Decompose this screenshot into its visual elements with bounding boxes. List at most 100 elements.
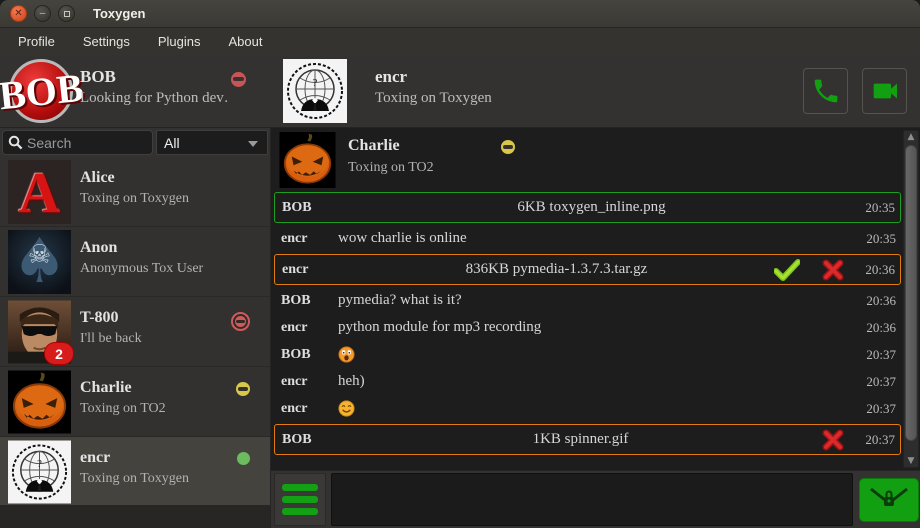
chat-pane: Charlie Toxing on TO2 BOB 6KB toxygen_in… (270, 128, 920, 528)
message-time: 20:35 (859, 231, 901, 247)
message-time: 20:37 (859, 401, 901, 417)
self-status-icon[interactable] (231, 72, 246, 87)
contact-avatar: A (8, 160, 71, 224)
peer-header-card: ? encr Toxing on Toxygen (270, 55, 920, 128)
message-text (338, 400, 859, 417)
peer-name: encr (375, 67, 492, 87)
banner-status-icon (501, 140, 515, 154)
contact-item-t-800[interactable]: T-800 I'll be back 2 (0, 297, 270, 367)
spade-skull-avatar: ♠☠ (8, 230, 71, 294)
letter-a-avatar: A (8, 160, 71, 224)
title-bar: ✕ – Toxygen (0, 0, 920, 28)
contact-item-encr[interactable]: ? encr Toxing on Toxygen (0, 437, 270, 505)
message-author: encr (274, 374, 338, 390)
message-time: 20:36 (859, 293, 901, 309)
peer-status-message: Toxing on Toxygen (375, 90, 492, 107)
minimize-button[interactable]: – (34, 5, 51, 22)
message-row: encr wow charlie is online 20:35 (274, 225, 901, 252)
maximize-button[interactable] (58, 5, 75, 22)
message-text (338, 346, 859, 363)
message-time: 20:37 (859, 347, 901, 363)
message-author: BOB (274, 347, 338, 363)
contact-status-message: Toxing on Toxygen (80, 191, 189, 207)
message-author: encr (274, 231, 338, 247)
contact-status-message: I'll be back (80, 331, 142, 347)
contact-item-charlie[interactable]: Charlie Toxing on TO2 (0, 367, 270, 437)
attachment-menu-button[interactable] (274, 473, 326, 526)
contact-status-message: Toxing on Toxygen (80, 471, 189, 487)
chevron-down-icon (248, 141, 258, 147)
contact-item-anon[interactable]: ♠☠ Anon Anonymous Tox User (0, 227, 270, 297)
peer-avatar: ? (283, 58, 347, 124)
message-author: BOB (274, 293, 338, 309)
banner-name: Charlie (348, 137, 400, 155)
message-row: encr python module for mp3 recording 20:… (274, 314, 901, 341)
sidebar-bottom-strip (0, 505, 270, 528)
unread-count-badge: 2 (45, 343, 73, 364)
contact-status-icon (237, 452, 250, 470)
message-row: BOB 20:37 (274, 341, 901, 368)
message-time: 20:36 (859, 320, 901, 336)
message-list: Charlie Toxing on TO2 BOB 6KB toxygen_in… (271, 128, 904, 470)
contact-status-message: Anonymous Tox User (80, 261, 203, 277)
contact-name: T-800 (80, 309, 119, 327)
menu-item-plugins[interactable]: Plugins (144, 30, 215, 53)
phone-icon (811, 76, 841, 106)
anonymous-logo-avatar: ? (283, 58, 347, 124)
window-controls: ✕ – (10, 5, 75, 22)
menu-item-settings[interactable]: Settings (69, 30, 144, 53)
banner-avatar (279, 132, 336, 188)
scroll-down-arrow[interactable]: ▼ (904, 456, 918, 466)
message-text: wow charlie is online (338, 230, 859, 247)
status-busy-ring-icon (231, 312, 250, 331)
contact-item-alice[interactable]: A Alice Toxing on Toxygen (0, 157, 270, 227)
scroll-up-arrow[interactable]: ▲ (904, 132, 918, 142)
video-call-button[interactable] (862, 68, 907, 114)
status-away-icon (236, 382, 250, 396)
sidebar: All A Alice Toxing on Toxygen ♠☠ Anon An… (0, 128, 270, 528)
self-avatar[interactable]: BOB (9, 59, 73, 123)
message-text: 1KB spinner.gif (339, 431, 822, 448)
self-status-message[interactable]: Looking for Python dev… (80, 90, 230, 107)
audio-call-button[interactable] (803, 68, 848, 114)
message-author: BOB (275, 432, 339, 448)
chat-scrollbar[interactable]: ▲ ▼ (903, 130, 919, 468)
encrypted-send-icon (868, 485, 910, 515)
search-box[interactable] (2, 130, 153, 155)
pumpkin-avatar (279, 132, 336, 188)
message-author: encr (274, 401, 338, 417)
shocked-emoji (338, 346, 355, 363)
banner-status-message: Toxing on TO2 (348, 160, 434, 176)
contact-filter-dropdown[interactable]: All (156, 130, 268, 155)
contact-status-icon (231, 312, 250, 336)
file-transfer-row: BOB 1KB spinner.gif 20:37 (274, 424, 901, 455)
close-button[interactable]: ✕ (10, 5, 27, 22)
message-author: encr (274, 320, 338, 336)
file-transfer-row: encr 836KB pymedia-1.3.7.3.tar.gz 20:36 (274, 254, 901, 285)
decline-file-icon[interactable] (822, 429, 844, 451)
svg-text:?: ? (313, 77, 318, 89)
send-button[interactable] (859, 478, 919, 522)
header-row: BOB BOB Looking for Python dev… ? encr T… (0, 55, 920, 128)
message-row: encr heh) 20:37 (274, 368, 901, 395)
message-time: 20:36 (858, 262, 900, 278)
accept-file-icon[interactable] (774, 259, 800, 281)
menu-item-about[interactable]: About (214, 30, 276, 53)
status-online-icon (237, 452, 250, 465)
scrollbar-thumb[interactable] (905, 145, 917, 441)
decline-file-icon[interactable] (822, 259, 844, 281)
self-profile-card[interactable]: BOB BOB Looking for Python dev… (0, 55, 270, 128)
menu-item-profile[interactable]: Profile (4, 30, 69, 53)
svg-text:?: ? (37, 458, 42, 470)
message-time: 20:37 (858, 432, 900, 448)
contact-list: A Alice Toxing on Toxygen ♠☠ Anon Anonym… (0, 157, 270, 505)
file-actions (822, 429, 844, 451)
search-input[interactable] (27, 135, 137, 151)
contact-name: encr (80, 449, 110, 467)
contact-name: Charlie (80, 379, 132, 397)
self-name[interactable]: BOB (80, 67, 230, 87)
message-input[interactable] (331, 473, 853, 526)
peer-status-banner: Charlie Toxing on TO2 (271, 128, 904, 190)
filter-row: All (0, 128, 270, 157)
video-camera-icon (869, 75, 901, 107)
